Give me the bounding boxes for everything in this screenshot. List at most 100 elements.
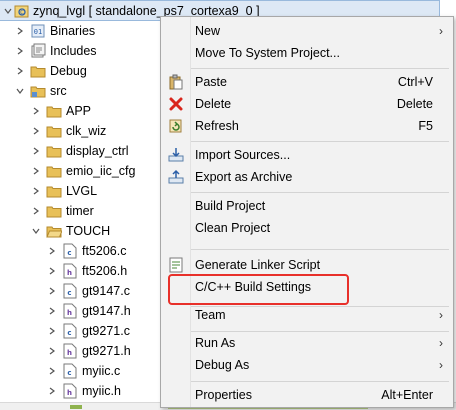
tree-item-label: ft5206.c bbox=[82, 244, 127, 258]
menu-item-label: Import Sources... bbox=[195, 148, 291, 162]
menu-item-label: Generate Linker Script bbox=[195, 258, 321, 272]
chevron-down-icon[interactable] bbox=[30, 221, 42, 241]
chevron-right-icon[interactable] bbox=[46, 261, 58, 281]
chevron-right-icon[interactable] bbox=[30, 161, 42, 181]
source-folder-icon bbox=[30, 83, 46, 99]
folder-icon bbox=[46, 203, 62, 219]
menu-item-label: Export as Archive bbox=[195, 170, 293, 184]
tree-item-label: myiic.c bbox=[82, 364, 121, 378]
linker-script-icon bbox=[168, 257, 184, 273]
includes-icon bbox=[30, 43, 46, 59]
tree-item-label: myiic.h bbox=[82, 384, 121, 398]
menu-item-new[interactable]: New › bbox=[161, 20, 453, 42]
menu-item-label: New bbox=[195, 24, 221, 38]
menu-item-label: Run As bbox=[195, 336, 236, 350]
tree-item-label: gt9271.h bbox=[82, 344, 131, 358]
folder-open-icon bbox=[46, 223, 62, 239]
export-icon bbox=[168, 169, 184, 185]
c-source-file-icon: c bbox=[63, 323, 77, 339]
c-header-file-icon: h bbox=[63, 303, 77, 319]
c-source-file-icon: c bbox=[63, 243, 77, 259]
menu-item-shortcut: F5 bbox=[418, 119, 433, 133]
chevron-right-icon[interactable] bbox=[14, 61, 26, 81]
tree-item-label: display_ctrl bbox=[66, 144, 129, 158]
menu-item-clean-project[interactable]: Clean Project bbox=[161, 217, 453, 239]
menu-item-label: Clean Project bbox=[195, 221, 271, 235]
delete-icon bbox=[168, 96, 184, 112]
menu-separator bbox=[191, 381, 449, 382]
chevron-right-icon[interactable] bbox=[30, 201, 42, 221]
menu-item-generate-linker-script[interactable]: Generate Linker Script bbox=[161, 254, 453, 276]
chevron-right-icon[interactable] bbox=[30, 121, 42, 141]
chevron-right-icon[interactable] bbox=[46, 361, 58, 381]
project-icon: C bbox=[14, 3, 30, 19]
menu-item-debug-as[interactable]: Debug As › bbox=[161, 354, 453, 376]
menu-separator bbox=[191, 192, 449, 193]
menu-item-move-to-system-project[interactable]: Move To System Project... bbox=[161, 42, 453, 64]
tree-item-label: Debug bbox=[50, 64, 87, 78]
menu-item-label: Debug As bbox=[195, 358, 250, 372]
chevron-right-icon[interactable] bbox=[46, 281, 58, 301]
menu-item-label: Move To System Project... bbox=[195, 46, 340, 60]
menu-item-label: Team bbox=[195, 308, 226, 322]
svg-text:c: c bbox=[67, 369, 71, 377]
chevron-right-icon[interactable] bbox=[46, 241, 58, 261]
folder-icon bbox=[46, 143, 62, 159]
svg-text:c: c bbox=[67, 329, 71, 337]
chevron-right-icon[interactable] bbox=[14, 41, 26, 61]
chevron-right-icon[interactable] bbox=[46, 381, 58, 401]
menu-separator bbox=[191, 141, 449, 142]
menu-separator bbox=[191, 68, 449, 69]
svg-text:c: c bbox=[67, 289, 71, 297]
c-header-file-icon: h bbox=[63, 383, 77, 399]
tree-item-label: Includes bbox=[50, 44, 97, 58]
menu-item-delete[interactable]: Delete Delete bbox=[161, 93, 453, 115]
chevron-right-icon[interactable] bbox=[30, 101, 42, 121]
chevron-right-icon[interactable] bbox=[30, 181, 42, 201]
menu-item-shortcut: Alt+Enter bbox=[381, 388, 433, 402]
menu-item-label: Paste bbox=[195, 75, 227, 89]
chevron-down-icon[interactable] bbox=[14, 81, 26, 101]
tree-item-label: gt9147.c bbox=[82, 284, 130, 298]
menu-item-build-project[interactable]: Build Project bbox=[161, 195, 453, 217]
submenu-arrow-icon: › bbox=[439, 358, 443, 372]
menu-item-label: Refresh bbox=[195, 119, 239, 133]
menu-item-refresh[interactable]: Refresh F5 bbox=[161, 115, 453, 137]
menu-item-export-as-archive[interactable]: Export as Archive bbox=[161, 166, 453, 188]
menu-item-label: Delete bbox=[195, 97, 232, 111]
chevron-right-icon[interactable] bbox=[30, 141, 42, 161]
menu-separator bbox=[191, 249, 449, 250]
tree-item-label: ft5206.h bbox=[82, 264, 128, 278]
tree-item-label: APP bbox=[66, 104, 92, 118]
menu-item-shortcut: Delete bbox=[396, 97, 433, 111]
tree-item-label: timer bbox=[66, 204, 94, 218]
context-menu: New › Move To System Project... Paste Ct… bbox=[160, 16, 454, 408]
menu-item-run-as[interactable]: Run As › bbox=[161, 332, 453, 354]
menu-item-team[interactable]: Team › bbox=[161, 304, 453, 326]
tree-item-label: clk_wiz bbox=[66, 124, 107, 138]
chevron-right-icon[interactable] bbox=[14, 21, 26, 41]
chevron-right-icon[interactable] bbox=[46, 321, 58, 341]
menu-item-shortcut: Ctrl+V bbox=[397, 75, 433, 89]
folder-icon bbox=[30, 63, 46, 79]
c-source-file-icon: c bbox=[63, 283, 77, 299]
tree-item-label: TOUCH bbox=[66, 224, 111, 238]
menu-item-import-sources[interactable]: Import Sources... bbox=[161, 144, 453, 166]
chevron-down-icon[interactable] bbox=[2, 1, 14, 21]
chevron-right-icon[interactable] bbox=[46, 341, 58, 361]
paste-icon bbox=[168, 74, 184, 90]
tree-item-label: emio_iic_cfg bbox=[66, 164, 136, 178]
import-icon bbox=[168, 147, 184, 163]
submenu-arrow-icon: › bbox=[439, 336, 443, 350]
scrollbar-thumb[interactable] bbox=[70, 405, 82, 409]
menu-item-label: Properties bbox=[195, 388, 252, 402]
folder-icon bbox=[46, 163, 62, 179]
svg-text:h: h bbox=[67, 349, 72, 357]
tree-item-label: Binaries bbox=[50, 24, 96, 38]
chevron-right-icon[interactable] bbox=[46, 301, 58, 321]
submenu-arrow-icon: › bbox=[439, 24, 443, 38]
menu-item-properties[interactable]: Properties Alt+Enter bbox=[161, 384, 453, 406]
menu-item-label: Build Project bbox=[195, 199, 266, 213]
menu-item-paste[interactable]: Paste Ctrl+V bbox=[161, 71, 453, 93]
tree-item-label: gt9147.h bbox=[82, 304, 131, 318]
